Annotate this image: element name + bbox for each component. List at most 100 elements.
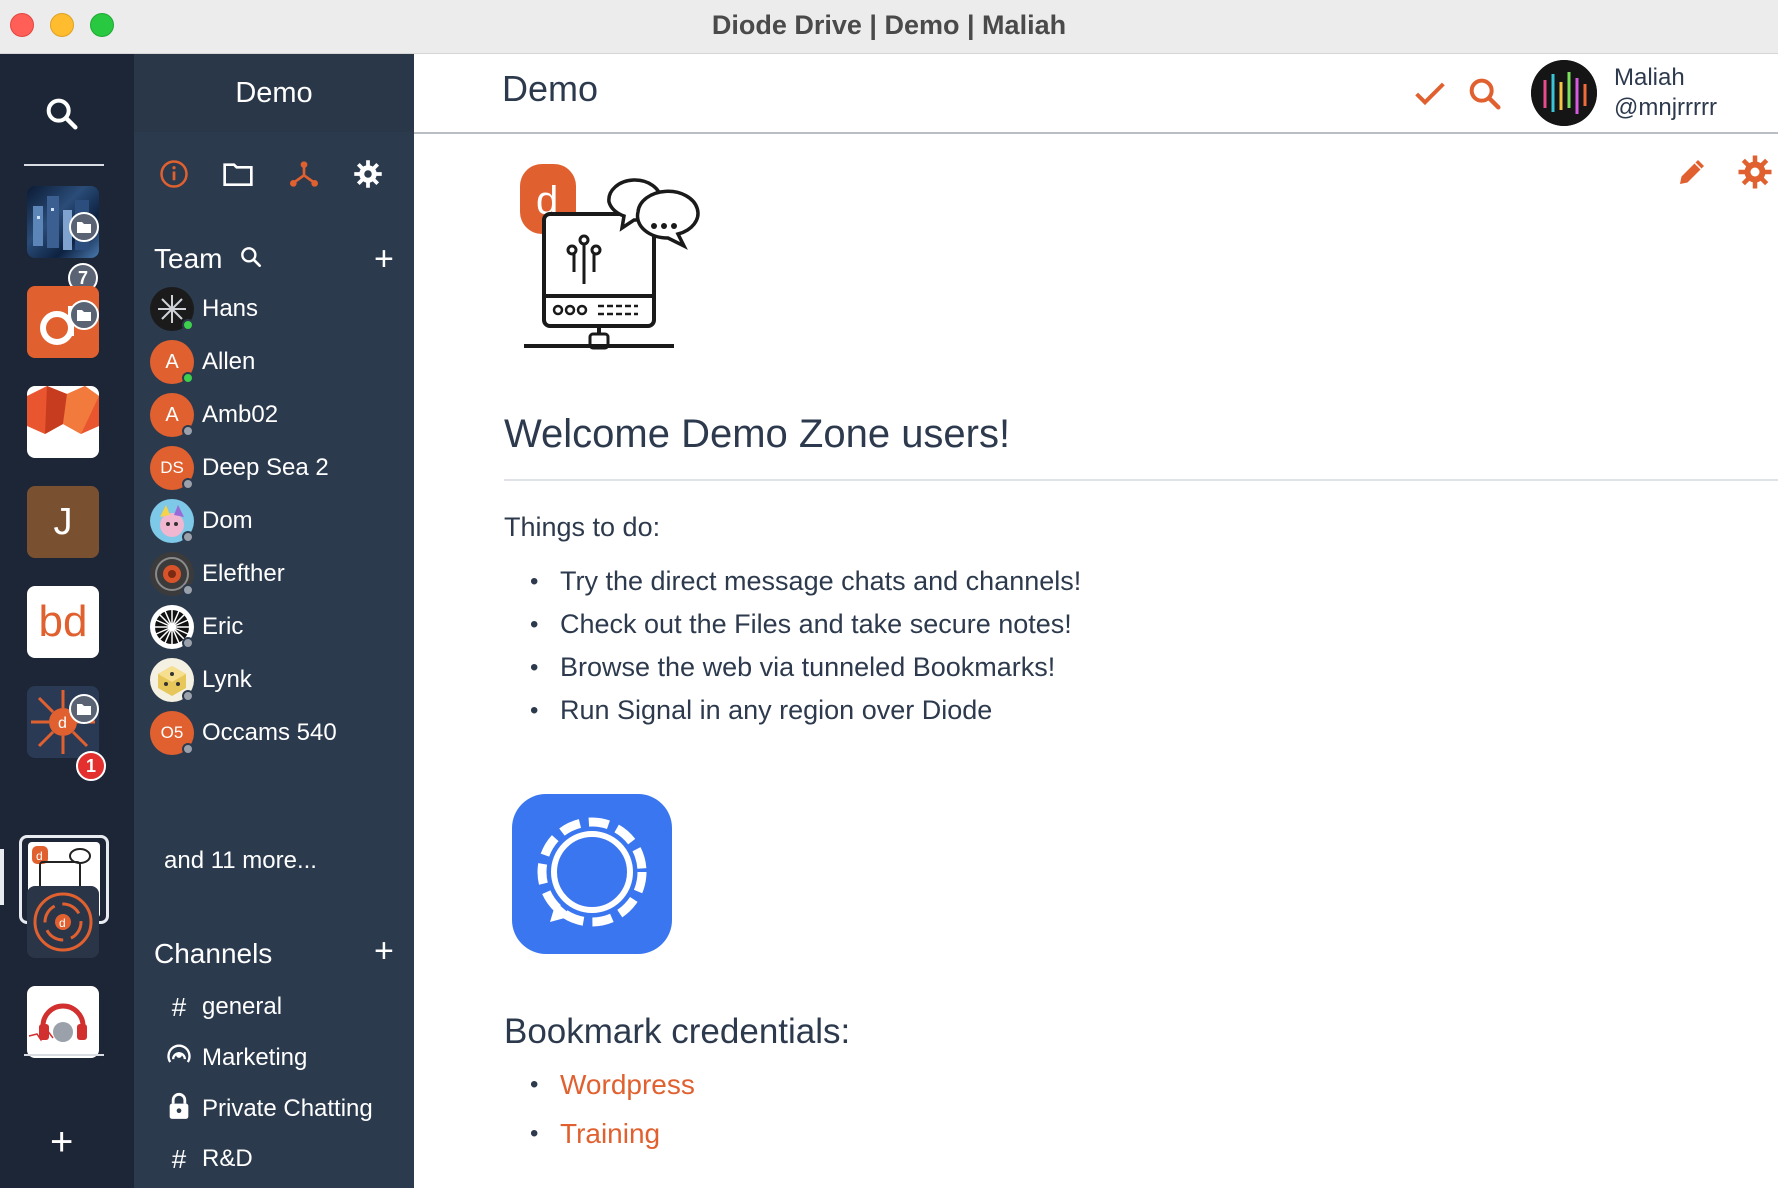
broadcast-icon: [164, 1041, 194, 1076]
team-header: Team: [154, 243, 264, 277]
avatar-initials: A: [165, 350, 179, 373]
rail-divider: [24, 164, 104, 166]
avatar: [150, 499, 194, 543]
member-allen[interactable]: A Allen: [150, 338, 410, 386]
app-window: Diode Drive | Demo | Maliah 7 J bd d 1 d…: [0, 0, 1778, 1188]
zone-rail: 7 J bd d 1 d d +: [0, 54, 134, 1188]
bookmark-link-training[interactable]: Training: [560, 1118, 660, 1149]
window-title: Diode Drive | Demo | Maliah: [711, 10, 1067, 40]
svg-text:d: d: [36, 849, 43, 863]
selected-zone-marker: [0, 849, 4, 905]
add-channel-button[interactable]: +: [374, 934, 394, 968]
user-name: Maliah: [1614, 64, 1685, 91]
user-info[interactable]: Maliah @mnjrrrrr: [1614, 63, 1717, 123]
avatar[interactable]: [1531, 60, 1597, 126]
channel-name: R&D: [202, 1145, 253, 1172]
add-member-button[interactable]: +: [374, 242, 394, 276]
avatar: O5: [150, 711, 194, 755]
main-header: Demo Maliah @mnjrrrrr: [414, 54, 1778, 134]
zone-red-mountain[interactable]: [27, 386, 99, 458]
online-status-dot: [182, 372, 194, 384]
avatar: A: [150, 393, 194, 437]
search-icon[interactable]: [238, 244, 264, 277]
folder-icon: [69, 212, 99, 242]
search-icon[interactable]: [1465, 74, 1505, 114]
list-item: Check out the Files and take secure note…: [504, 603, 1081, 646]
online-status-dot: [182, 319, 194, 331]
offline-status-dot: [182, 637, 194, 649]
member-name: Occams 540: [202, 719, 337, 746]
member-name: Lynk: [202, 666, 252, 693]
channel-general[interactable]: # general: [164, 987, 282, 1027]
avatar: DS: [150, 446, 194, 490]
bookmark-list: Wordpress Training: [504, 1060, 695, 1158]
info-icon[interactable]: [154, 154, 194, 194]
title-bar: Diode Drive | Demo | Maliah: [0, 0, 1778, 54]
list-item: Try the direct message chats and channel…: [504, 560, 1081, 603]
member-name: Hans: [202, 295, 259, 322]
channel-marketing[interactable]: Marketing: [164, 1038, 307, 1078]
search-icon[interactable]: [42, 94, 82, 134]
folder-icon: [69, 300, 99, 330]
zone-bd[interactable]: bd: [27, 586, 99, 658]
pencil-icon[interactable]: [1674, 154, 1714, 194]
avatar-initials: DS: [160, 458, 184, 477]
main-panel: Demo Maliah @mnjrrrrr d Welcome Demo Zon…: [414, 54, 1778, 1188]
team-label: Team: [154, 243, 223, 274]
member-occams-540[interactable]: O5 Occams 540: [150, 709, 410, 757]
channel-name: Marketing: [202, 1044, 308, 1071]
list-item: Browse the web via tunneled Bookmarks!: [504, 646, 1081, 689]
add-zone-button[interactable]: +: [50, 1122, 73, 1162]
svg-text:d: d: [58, 715, 67, 732]
zone-j[interactable]: J: [27, 486, 99, 558]
member-name: Deep Sea 2: [202, 454, 329, 481]
network-icon[interactable]: [284, 154, 324, 194]
channels-label: Channels: [154, 938, 273, 969]
bookmark-link-wordpress[interactable]: Wordpress: [560, 1069, 695, 1100]
avatar-initials: A: [165, 403, 179, 426]
gear-icon[interactable]: [348, 154, 388, 194]
offline-status-dot: [182, 478, 194, 490]
zone-badge-count: 1: [76, 751, 106, 781]
member-name: Eric: [202, 613, 244, 640]
list-item: Wordpress: [504, 1060, 695, 1109]
member-name: Dom: [202, 507, 253, 534]
avatar: [150, 605, 194, 649]
member-lynk[interactable]: Lynk: [150, 656, 410, 704]
channel-name: Private Chatting: [202, 1095, 373, 1122]
member-dom[interactable]: Dom: [150, 497, 410, 545]
zone-radio[interactable]: [27, 986, 99, 1058]
list-item: Run Signal in any region over Diode: [504, 689, 1081, 732]
offline-status-dot: [182, 584, 194, 596]
more-members-link[interactable]: and 11 more...: [164, 847, 317, 875]
member-name: Elefther: [202, 560, 285, 587]
hash-icon: #: [171, 1143, 187, 1174]
things-label: Things to do:: [504, 512, 661, 542]
page-title: Demo: [502, 68, 599, 109]
folder-icon[interactable]: [218, 154, 258, 194]
rail-divider: [24, 1054, 104, 1056]
member-amb02[interactable]: A Amb02: [150, 391, 410, 439]
bookmarks-heading: Bookmark credentials:: [504, 1012, 851, 1051]
user-handle: @mnjrrrrr: [1614, 94, 1717, 121]
member-elefther[interactable]: Elefther: [150, 550, 410, 598]
member-name: Allen: [202, 348, 256, 375]
zone-orbit[interactable]: d: [27, 886, 99, 958]
avatar-initials: O5: [160, 723, 184, 742]
channel-private-chatting[interactable]: Private Chatting: [164, 1089, 373, 1129]
list-item: Training: [504, 1109, 695, 1158]
welcome-heading: Welcome Demo Zone users!: [504, 412, 1011, 456]
gear-icon[interactable]: [1737, 154, 1777, 194]
offline-status-dot: [182, 531, 194, 543]
member-hans[interactable]: Hans: [150, 285, 410, 333]
member-deep-sea-2[interactable]: DS Deep Sea 2: [150, 444, 410, 492]
check-icon[interactable]: [1410, 74, 1450, 114]
hash-icon: #: [171, 991, 187, 1022]
channel-rnd[interactable]: # R&D: [164, 1139, 253, 1179]
signal-logo[interactable]: [512, 794, 672, 954]
zone-illustration: d: [514, 154, 714, 354]
offline-status-dot: [182, 690, 194, 702]
folder-icon: [69, 694, 99, 724]
member-eric[interactable]: Eric: [150, 603, 410, 651]
lock-icon: [164, 1092, 194, 1127]
